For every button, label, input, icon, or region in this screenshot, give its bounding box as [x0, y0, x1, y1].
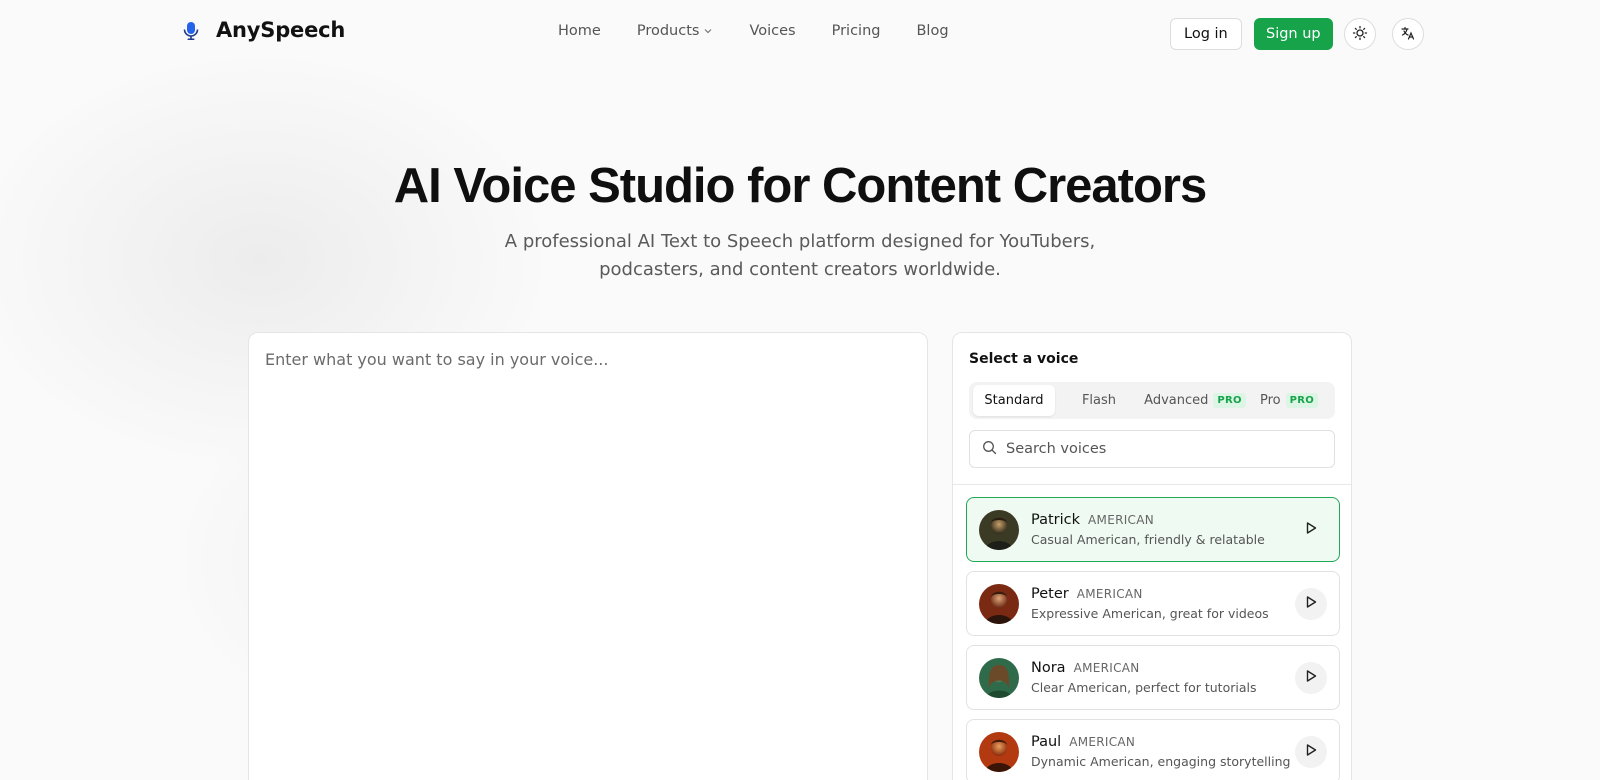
- language-button[interactable]: [1392, 18, 1424, 50]
- voice-selector-panel: Select a voice Standard Flash Advanced P…: [952, 332, 1352, 780]
- play-icon: [1304, 595, 1318, 612]
- avatar: [979, 583, 1019, 624]
- search-icon: [982, 440, 997, 459]
- site-header: AnySpeech Home Products Voices Pricing B…: [0, 0, 1600, 68]
- text-editor-card: [248, 332, 928, 780]
- hero-subtitle: A professional AI Text to Speech platfor…: [504, 231, 1096, 280]
- voice-name: Patrick: [1031, 512, 1081, 528]
- avatar: [979, 657, 1019, 698]
- nav-label: Blog: [916, 23, 949, 39]
- signup-button[interactable]: Sign up: [1254, 18, 1333, 50]
- voice-info: Nora AMERICAN Clear American, perfect fo…: [1031, 660, 1295, 695]
- nav-item-voices[interactable]: Voices: [749, 23, 795, 39]
- play-icon: [1304, 669, 1318, 686]
- voice-accent: AMERICAN: [1076, 587, 1143, 601]
- nav-item-blog[interactable]: Blog: [916, 23, 948, 39]
- play-button[interactable]: [1295, 587, 1327, 620]
- nav-label: Products: [636, 23, 700, 39]
- voice-item-peter[interactable]: Peter AMERICAN Expressive American, grea…: [966, 571, 1340, 636]
- tab-advanced[interactable]: Advanced PRO: [1143, 385, 1247, 416]
- play-icon: [1304, 521, 1318, 538]
- tab-pro[interactable]: Pro PRO: [1247, 385, 1331, 416]
- chevron-down-icon: [703, 26, 713, 36]
- play-button[interactable]: [1295, 735, 1327, 768]
- tab-flash[interactable]: Flash: [1055, 385, 1143, 416]
- voice-item-patrick[interactable]: Patrick AMERICAN Casual American, friend…: [966, 497, 1340, 562]
- theme-toggle-button[interactable]: [1344, 18, 1376, 50]
- voice-accent: AMERICAN: [1069, 735, 1136, 749]
- voice-tier-tabs: Standard Flash Advanced PRO Pro PRO: [969, 382, 1335, 419]
- avatar: [979, 509, 1019, 550]
- voice-item-paul[interactable]: Paul AMERICAN Dynamic American, engaging…: [966, 719, 1340, 780]
- voice-search-box: [969, 430, 1335, 468]
- speech-text-input[interactable]: [249, 333, 927, 780]
- divider: [953, 484, 1351, 485]
- sun-icon: [1352, 25, 1368, 44]
- nav-item-pricing[interactable]: Pricing: [832, 23, 881, 39]
- nav-label: Voices: [749, 23, 796, 39]
- main-nav: Home Products Voices Pricing Blog: [558, 23, 949, 39]
- translate-icon: [1400, 25, 1416, 44]
- voice-item-nora[interactable]: Nora AMERICAN Clear American, perfect fo…: [966, 645, 1340, 710]
- voice-name: Nora: [1031, 660, 1066, 676]
- voice-accent: AMERICAN: [1088, 513, 1155, 527]
- play-icon: [1304, 743, 1318, 760]
- pro-badge: PRO: [1285, 393, 1319, 408]
- voice-info: Paul AMERICAN Dynamic American, engaging…: [1031, 734, 1295, 769]
- voice-description: Casual American, friendly & relatable: [1031, 532, 1265, 547]
- nav-label: Pricing: [831, 23, 881, 39]
- tab-label: Standard: [984, 393, 1044, 408]
- brand-name: AnySpeech: [216, 18, 346, 42]
- search-input[interactable]: [1006, 441, 1322, 457]
- tab-label: Pro: [1259, 393, 1281, 408]
- play-button[interactable]: [1295, 661, 1327, 694]
- voice-name: Paul: [1031, 734, 1062, 750]
- voice-description: Clear American, perfect for tutorials: [1031, 680, 1257, 695]
- hero-title: AI Voice Studio for Content Creators: [393, 159, 1207, 213]
- voice-list: Patrick AMERICAN Casual American, friend…: [966, 497, 1340, 780]
- panel-title: Select a voice: [969, 351, 1079, 367]
- avatar: [979, 731, 1019, 772]
- voice-info: Peter AMERICAN Expressive American, grea…: [1031, 586, 1295, 621]
- login-button[interactable]: Log in: [1170, 18, 1242, 50]
- nav-item-home[interactable]: Home: [558, 23, 601, 39]
- nav-item-products[interactable]: Products: [637, 23, 714, 39]
- voice-accent: AMERICAN: [1073, 661, 1140, 675]
- voice-info: Patrick AMERICAN Casual American, friend…: [1031, 512, 1295, 547]
- microphone-icon: [180, 19, 202, 41]
- voice-description: Expressive American, great for videos: [1031, 606, 1269, 621]
- pro-badge: PRO: [1213, 393, 1246, 408]
- voice-description: Dynamic American, engaging storytelling: [1031, 754, 1291, 769]
- nav-label: Home: [558, 23, 601, 39]
- voice-name: Peter: [1031, 586, 1069, 602]
- play-button[interactable]: [1295, 514, 1327, 546]
- brand-logo[interactable]: AnySpeech: [180, 18, 345, 42]
- tab-standard[interactable]: Standard: [973, 385, 1055, 416]
- tab-label: Advanced: [1144, 393, 1209, 408]
- tab-label: Flash: [1081, 393, 1117, 408]
